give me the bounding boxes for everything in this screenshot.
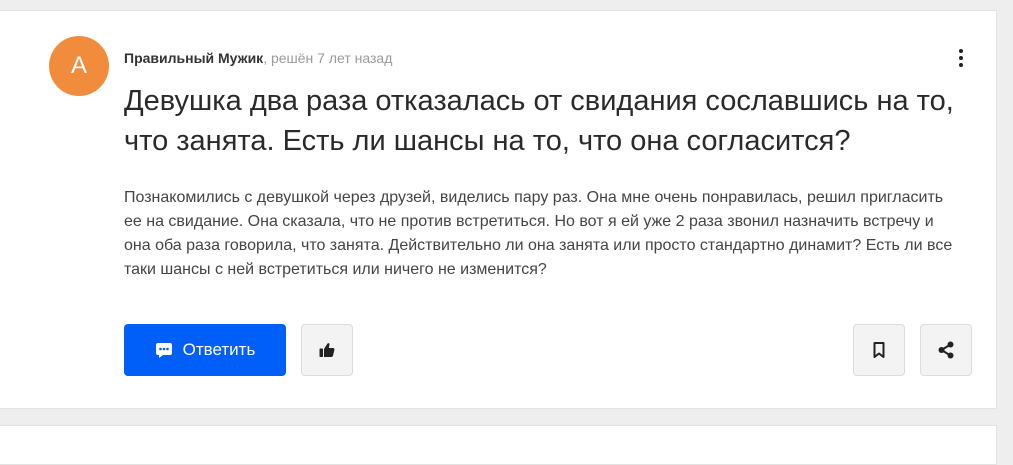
question-body: Познакомились с девушкой через друзей, в… — [124, 189, 953, 278]
share-button[interactable] — [920, 324, 972, 376]
bookmark-icon — [871, 341, 887, 359]
answer-button[interactable]: Ответить — [124, 324, 286, 376]
more-options-button[interactable] — [950, 47, 972, 69]
avatar-letter: А — [70, 52, 87, 79]
question-meta: Правильный Мужик, решён 7 лет назад — [124, 49, 392, 67]
question-title: Девушка два раза отказалась от свидания … — [124, 85, 954, 157]
question-status-time: , решён 7 лет назад — [263, 50, 393, 66]
chat-bubble-icon — [155, 341, 173, 359]
like-button[interactable] — [301, 324, 353, 376]
answer-button-label: Ответить — [182, 340, 256, 359]
bookmark-button[interactable] — [853, 324, 905, 376]
next-card — [0, 425, 997, 465]
author-name[interactable]: Правильный Мужик — [124, 50, 263, 66]
more-vertical-icon — [959, 49, 963, 53]
share-icon — [936, 340, 956, 360]
thumbs-up-icon — [318, 341, 336, 359]
avatar[interactable]: А — [49, 36, 109, 96]
